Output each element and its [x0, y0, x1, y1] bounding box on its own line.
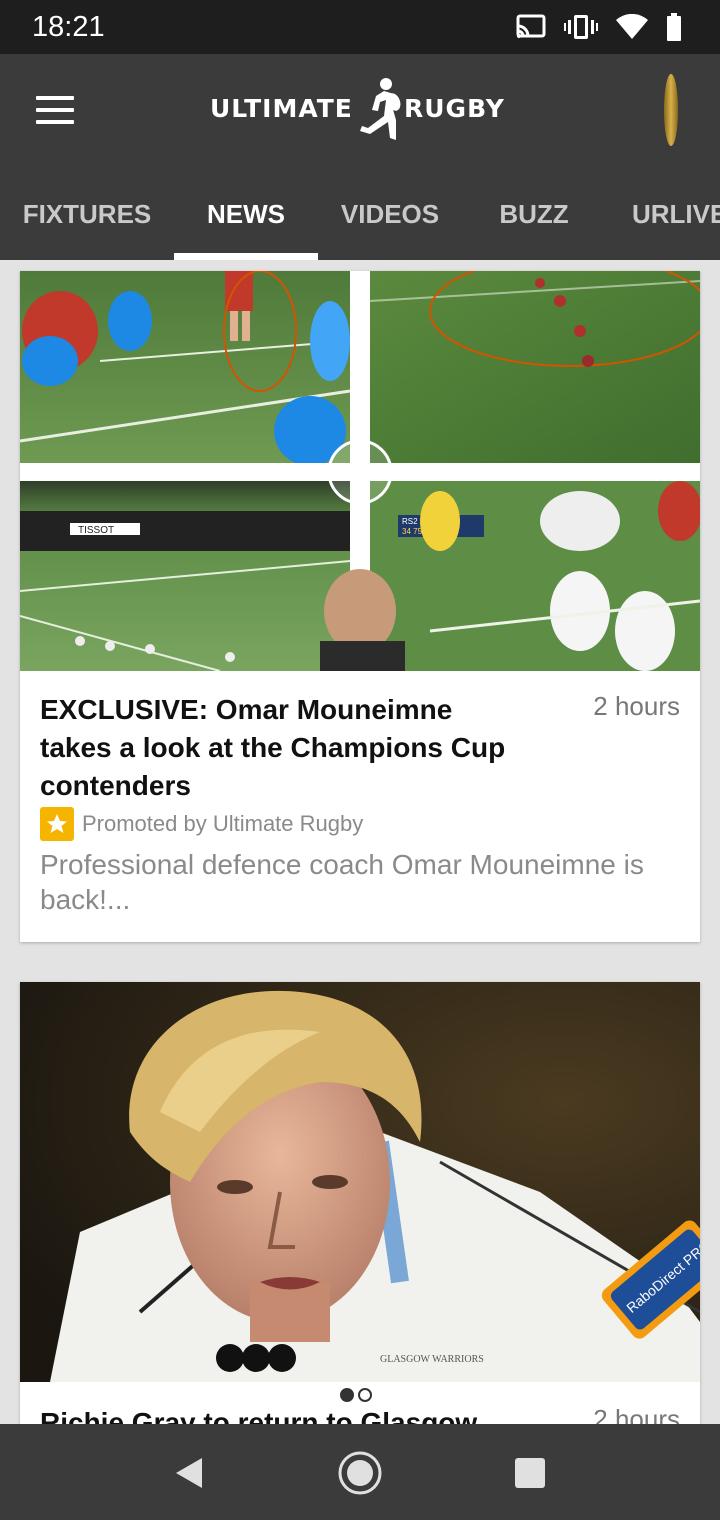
- logo-text-right: RUGBY: [404, 94, 505, 123]
- article-summary: Professional defence coach Omar Mouneimn…: [40, 849, 644, 915]
- ad-board-text: TISSOT: [78, 525, 114, 536]
- pager-dot-active: [340, 1388, 354, 1402]
- article-image[interactable]: RaboDirect PRO12 GLASGOW WARRIORS: [20, 982, 700, 1382]
- recents-icon[interactable]: [505, 1448, 555, 1498]
- rugby-player-logo-icon: [360, 78, 401, 140]
- status-bar: 18:21: [0, 0, 720, 54]
- cast-icon: [516, 14, 546, 38]
- active-tab-indicator: [174, 253, 318, 260]
- tab-news[interactable]: NEWS: [174, 188, 318, 260]
- logo-text-left: ULTIMATE: [210, 94, 353, 123]
- tab-videos[interactable]: VIDEOS: [318, 188, 462, 260]
- profile-coin-icon[interactable]: [664, 74, 678, 146]
- system-nav-bar: [0, 1424, 720, 1520]
- home-icon[interactable]: [335, 1448, 385, 1498]
- vibrate-icon: [564, 15, 598, 39]
- article-headline[interactable]: EXCLUSIVE: Omar Mouneimne takes a look a…: [40, 691, 510, 805]
- news-card[interactable]: TISSOT RS2 20 22 MUN 34 75M: [20, 271, 700, 942]
- player-portrait-image: RaboDirect PRO12 GLASGOW WARRIORS: [20, 982, 700, 1382]
- pager-dot: [358, 1388, 372, 1402]
- status-icons: [516, 12, 682, 42]
- play-video-icon[interactable]: [327, 439, 393, 505]
- battery-icon: [667, 13, 681, 41]
- tab-bar: FIXTURES NEWS VIDEOS BUZZ URLIVE: [0, 188, 720, 260]
- image-pager-dots: [340, 1388, 372, 1402]
- article-time: 2 hours: [593, 691, 680, 721]
- ultimate-rugby-logo: ULTIMATE RUGBY: [208, 74, 514, 146]
- rugby-match-collage-image: TISSOT RS2 20 22 MUN 34 75M: [20, 271, 700, 671]
- promoted-label: Promoted by Ultimate Rugby: [82, 811, 364, 836]
- article-video-thumbnail[interactable]: TISSOT RS2 20 22 MUN 34 75M: [20, 271, 700, 671]
- tab-fixtures[interactable]: FIXTURES: [0, 188, 174, 260]
- screen: 18:21 ULTIMATE RUGBY FIXTURES NEWS VIDEO…: [0, 0, 720, 1520]
- news-card[interactable]: RaboDirect PRO12 GLASGOW WARRIORS Richie…: [20, 982, 700, 1432]
- wifi-icon: [616, 14, 648, 39]
- promoted-row: Promoted by Ultimate Rugby: [40, 807, 363, 841]
- status-time: 18:21: [32, 11, 105, 43]
- jersey-crest-text: GLASGOW WARRIORS: [380, 1354, 484, 1365]
- tab-urlive[interactable]: URLIVE: [606, 188, 720, 260]
- app-bar: ULTIMATE RUGBY FIXTURES NEWS VIDEOS BUZZ…: [0, 54, 720, 260]
- back-icon[interactable]: [166, 1448, 216, 1498]
- card-body: EXCLUSIVE: Omar Mouneimne takes a look a…: [20, 671, 700, 942]
- hamburger-menu-icon[interactable]: [30, 90, 82, 130]
- star-icon: [40, 807, 74, 841]
- tab-buzz[interactable]: BUZZ: [462, 188, 606, 260]
